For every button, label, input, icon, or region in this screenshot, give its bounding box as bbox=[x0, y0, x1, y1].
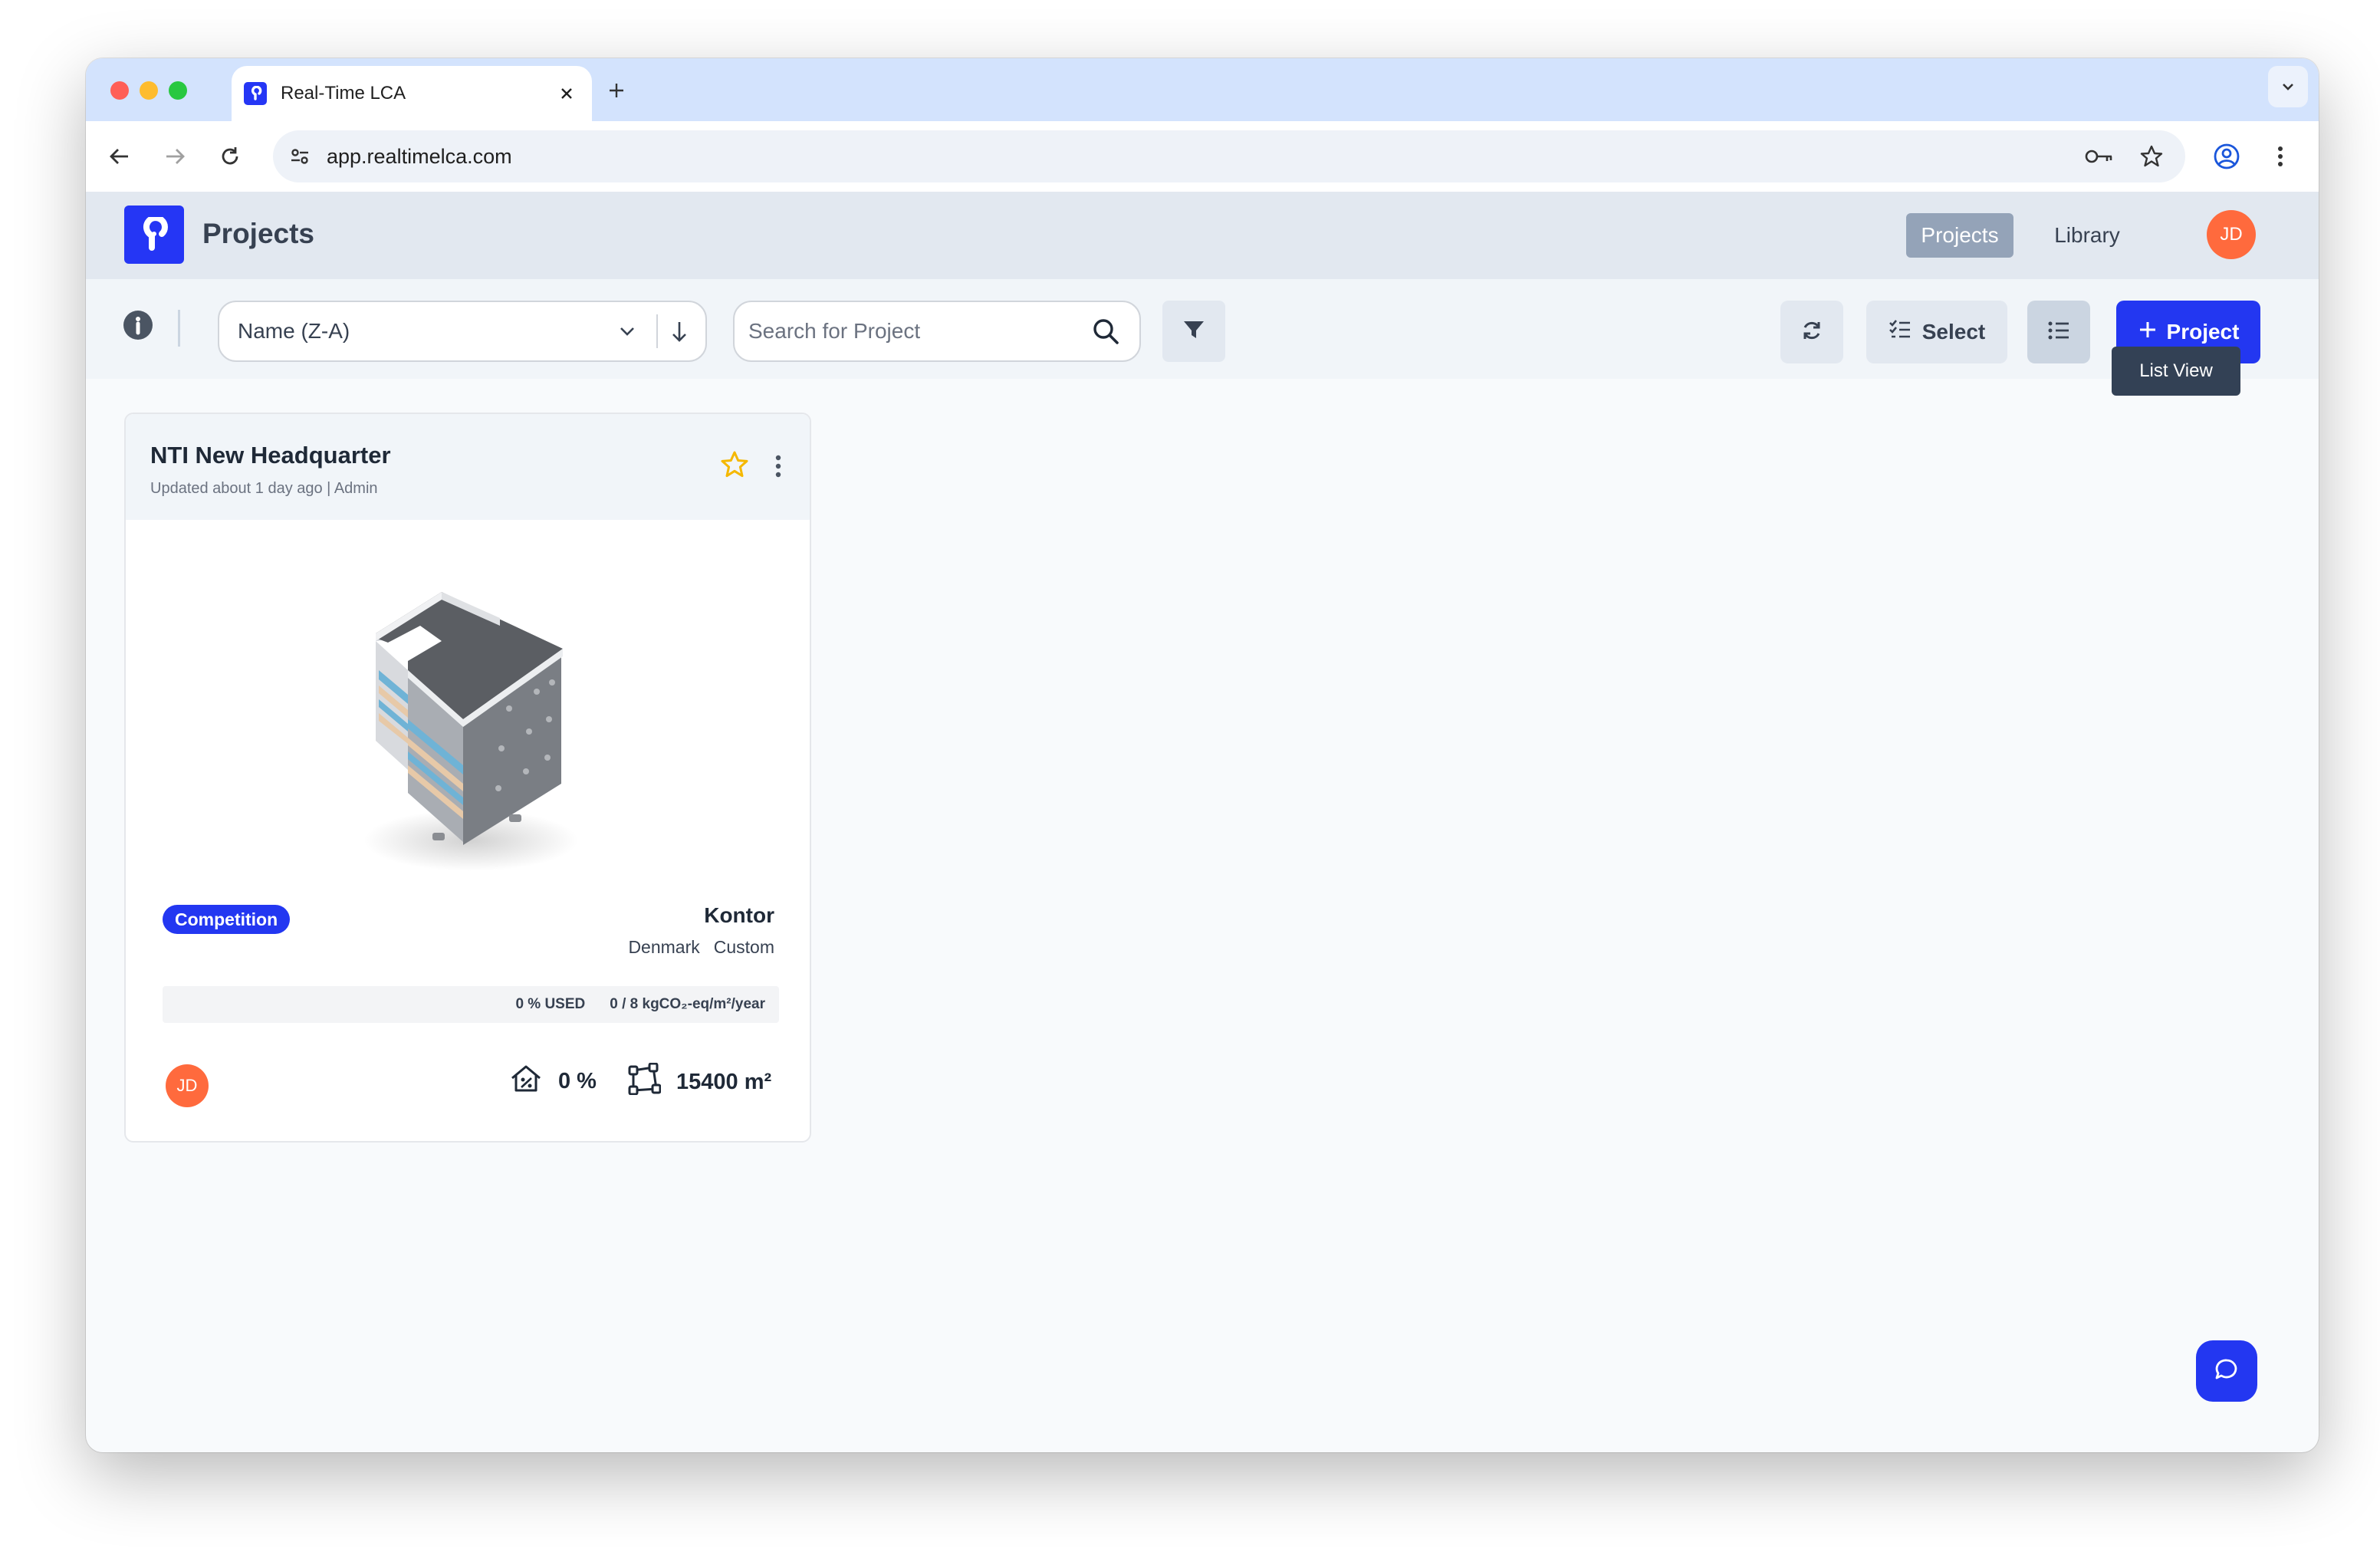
browser-window: Real-Time LCA app.realtimelca.com Projec… bbox=[86, 58, 2319, 1452]
close-window-button[interactable] bbox=[110, 81, 129, 100]
usage-text: 0 % USED bbox=[515, 996, 586, 1012]
profile-icon[interactable] bbox=[2211, 141, 2242, 172]
budget-text: 0 / 8 kgCO₂-eq/m²/year bbox=[610, 996, 765, 1012]
search-box[interactable] bbox=[733, 301, 1141, 362]
search-input[interactable] bbox=[748, 319, 1089, 344]
reload-icon[interactable] bbox=[215, 141, 245, 172]
forward-icon[interactable] bbox=[159, 141, 190, 172]
browser-tab[interactable]: Real-Time LCA bbox=[232, 66, 592, 121]
tab-title: Real-Time LCA bbox=[281, 83, 406, 104]
refresh-icon bbox=[1800, 319, 1823, 346]
page-title: Projects bbox=[202, 218, 315, 249]
list-icon bbox=[2047, 321, 2070, 344]
favorite-star-icon[interactable] bbox=[719, 449, 751, 482]
more-options-icon[interactable] bbox=[767, 451, 790, 482]
standard: Custom bbox=[713, 937, 774, 957]
filter-icon bbox=[1182, 318, 1205, 345]
browser-menu-icon[interactable] bbox=[2265, 141, 2296, 172]
tab-search-icon[interactable] bbox=[2268, 66, 2308, 107]
password-key-icon[interactable] bbox=[2084, 141, 2115, 172]
building-type: Kontor bbox=[704, 903, 774, 927]
maximize-window-button[interactable] bbox=[169, 81, 187, 100]
sort-direction-icon[interactable] bbox=[658, 314, 701, 348]
select-button[interactable]: Select bbox=[1866, 301, 2007, 363]
project-card[interactable]: NTI New Headquarter Updated about 1 day … bbox=[124, 413, 811, 1143]
search-icon[interactable] bbox=[1089, 314, 1123, 348]
app-logo[interactable] bbox=[124, 206, 184, 264]
add-project-label: Project bbox=[2166, 320, 2240, 344]
plus-icon bbox=[2138, 320, 2158, 345]
house-icon bbox=[509, 1063, 543, 1100]
select-label: Select bbox=[1921, 320, 1986, 344]
user-avatar[interactable]: JD bbox=[2207, 210, 2256, 259]
back-icon[interactable] bbox=[104, 141, 135, 172]
checklist-icon bbox=[1889, 319, 1912, 346]
new-tab-icon[interactable] bbox=[601, 75, 632, 106]
minimize-window-button[interactable] bbox=[140, 81, 158, 100]
refresh-button[interactable] bbox=[1780, 301, 1843, 363]
completion-stat: 0 % bbox=[509, 1063, 597, 1100]
project-meta: Updated about 1 day ago | Admin bbox=[150, 480, 378, 497]
bookmark-star-icon[interactable] bbox=[2136, 141, 2167, 172]
area-stat: 15400 m² bbox=[627, 1062, 772, 1101]
sort-label: Name (Z-A) bbox=[238, 319, 350, 343]
building-location: Denmark Custom bbox=[628, 937, 774, 958]
divider bbox=[178, 310, 180, 347]
tab-close-icon[interactable] bbox=[555, 82, 578, 105]
nav-projects[interactable]: Projects bbox=[1906, 213, 2013, 258]
completion-value: 0 % bbox=[558, 1068, 597, 1093]
nav-library[interactable]: Library bbox=[2033, 213, 2141, 258]
building-thumbnail[interactable] bbox=[356, 587, 586, 879]
owner-avatar[interactable]: JD bbox=[166, 1064, 209, 1107]
chat-button[interactable] bbox=[2196, 1340, 2257, 1402]
filter-button[interactable] bbox=[1162, 301, 1225, 362]
app-header: Projects Projects Library JD bbox=[86, 192, 2319, 279]
country: Denmark bbox=[628, 937, 700, 957]
address-bar[interactable]: app.realtimelca.com bbox=[273, 130, 2185, 182]
chevron-down-icon bbox=[612, 316, 643, 347]
favicon-icon bbox=[244, 82, 267, 105]
project-title[interactable]: NTI New Headquarter bbox=[150, 442, 391, 469]
list-view-tooltip: List View bbox=[2112, 347, 2240, 396]
status-badge: Competition bbox=[163, 905, 291, 934]
area-value: 15400 m² bbox=[676, 1069, 772, 1094]
site-info-icon[interactable] bbox=[288, 145, 311, 168]
list-view-button[interactable] bbox=[2027, 301, 2090, 363]
chat-icon bbox=[2214, 1356, 2240, 1386]
card-header: NTI New Headquarter Updated about 1 day … bbox=[126, 414, 810, 520]
sort-select[interactable]: Name (Z-A) bbox=[218, 301, 707, 362]
url-text: app.realtimelca.com bbox=[327, 144, 512, 168]
area-icon bbox=[627, 1062, 662, 1101]
filter-bar: Name (Z-A) Search for Project Select Pro… bbox=[86, 279, 2319, 379]
info-icon[interactable] bbox=[123, 310, 153, 340]
carbon-budget-bar: 0 % USED 0 / 8 kgCO₂-eq/m²/year bbox=[163, 986, 779, 1023]
browser-toolbar: app.realtimelca.com bbox=[86, 121, 2319, 192]
tab-strip: Real-Time LCA bbox=[86, 58, 2319, 121]
